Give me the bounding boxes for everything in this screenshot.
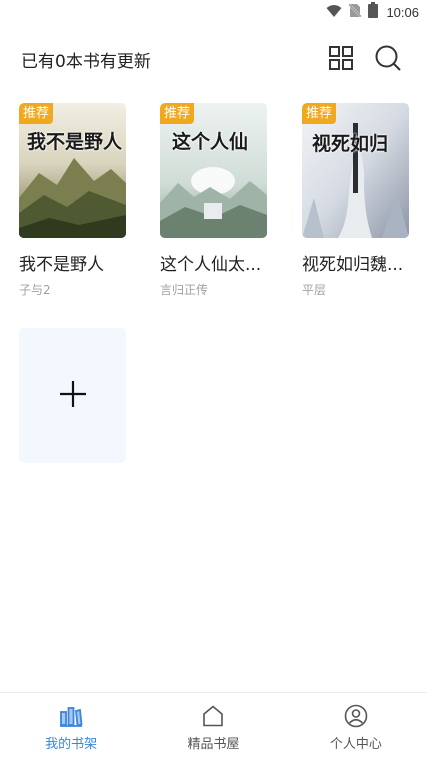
grid-view-icon[interactable] [326,43,356,73]
nav-item-profile[interactable]: 个人中心 [285,693,427,760]
house-icon [200,703,226,729]
page-title: 已有0本书有更新 [21,52,151,72]
bookshelf-screen: 10:06 已有0本书有更新 推荐 我不是野人 我不是野人 子与2 推荐 这个人… [0,0,427,760]
nav-item-bookshelf[interactable]: 我的书架 [0,693,142,760]
book-author: 言归正传 [160,283,209,297]
no-sim-icon [348,2,363,22]
book-title: 我不是野人 [19,255,104,275]
book-cover[interactable]: 推荐 视死如归 [302,103,409,238]
wifi-icon [326,3,342,22]
bookshelf-icon [58,703,84,729]
search-icon[interactable] [373,43,403,73]
recommend-badge: 推荐 [160,103,195,124]
battery-icon [368,2,379,22]
cover-title: 这个人仙 [172,131,249,153]
book-card[interactable]: 推荐 我不是野人 我不是野人 子与2 [19,103,127,298]
status-time: 10:06 [386,4,419,20]
recommend-badge: 推荐 [302,103,337,124]
plus-icon [58,379,88,413]
book-cover[interactable]: 推荐 我不是野人 [19,103,126,238]
bottom-nav: 我的书架 精品书屋 个人中心 [0,692,427,760]
header: 已有0本书有更新 [0,40,427,76]
add-book-button[interactable] [19,328,126,463]
book-cover[interactable]: 推荐 这个人仙 [160,103,267,238]
nav-label: 我的书架 [45,737,98,752]
book-title: 视死如归魏... [302,255,404,275]
book-author: 平层 [302,283,327,297]
status-bar: 10:06 [0,0,427,24]
nav-label: 精品书屋 [187,737,240,752]
nav-label: 个人中心 [329,737,382,752]
recommend-badge: 推荐 [19,103,54,124]
book-title: 这个人仙太... [160,255,262,275]
cover-title: 我不是野人 [27,131,123,153]
cover-title: 视死如归 [312,133,389,155]
status-icons: 10:06 [326,2,419,22]
user-icon [343,703,369,729]
book-author: 子与2 [19,283,51,297]
book-card[interactable]: 推荐 视死如归 视死如归魏... 平层 [302,103,410,298]
book-card[interactable]: 推荐 这个人仙 这个人仙太... 言归正传 [160,103,268,298]
nav-item-store[interactable]: 精品书屋 [142,693,284,760]
